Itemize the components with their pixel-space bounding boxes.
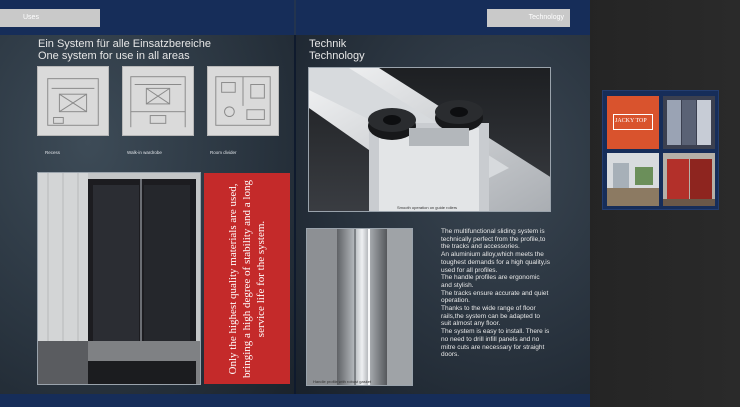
- thumb-red-wardrobe: [663, 153, 715, 206]
- brand-logo-text: JACKY TOP: [615, 118, 647, 124]
- thumb-room-interior: [607, 153, 659, 206]
- rollers-caption: Smooth operation on guide rollers: [397, 205, 458, 210]
- desc-paragraph: The tracks ensure accurate and quiet ope…: [441, 289, 549, 305]
- section-title-de: Ein System für alle Einsatzbereiche: [38, 38, 212, 50]
- handle-caption: Handle profile with robust gasket: [313, 379, 372, 384]
- desc-paragraph: An aluminium alloy,which meets the tough…: [441, 251, 551, 274]
- catalog-thumbnail[interactable]: JACKY TOP: [602, 90, 719, 210]
- technology-description: The multifunctional sliding system is te…: [441, 228, 550, 359]
- quote-text: Only the highest quality materials are u…: [227, 179, 267, 378]
- desc-paragraph: The handle profiles are ergonomic and st…: [441, 274, 540, 289]
- desc-paragraph: The multifunctional sliding system is te…: [441, 228, 546, 251]
- desc-paragraph: The system is easy to install. There is …: [441, 328, 550, 359]
- tab-technology[interactable]: Technology: [487, 9, 570, 27]
- thumb-cover-brand: JACKY TOP: [607, 96, 659, 149]
- plan-caption-recess: Recess: [45, 150, 61, 155]
- tab-uses[interactable]: Uses: [0, 9, 100, 27]
- floor-plan-room-divider: [207, 66, 279, 136]
- guide-rollers-photo: Smooth operation on guide rollers: [308, 67, 551, 212]
- tech-title-en: Technology: [309, 50, 365, 62]
- plan-caption-walk-in-wardrobe: Walk-in wardrobe: [127, 150, 162, 155]
- quote-panel: Only the highest quality materials are u…: [204, 173, 290, 384]
- page-gutter: [294, 35, 296, 394]
- tech-title-de: Technik: [309, 38, 347, 50]
- desc-paragraph: Thanks to the wide range of floor rails,…: [441, 305, 541, 328]
- section-title-en: One system for use in all areas: [38, 50, 190, 62]
- floor-plan-recess: [37, 66, 109, 136]
- wardrobe-photo: [37, 172, 201, 385]
- floor-plan-walk-in-wardrobe: [122, 66, 194, 136]
- thumb-wardrobe-doors: [663, 96, 715, 149]
- handle-profile-photo: Handle profile with robust gasket: [306, 228, 413, 386]
- left-page: Uses Ein System für alle Einsatzbereiche…: [0, 0, 294, 407]
- footer-bar: [0, 394, 590, 407]
- plan-caption-room-divider: Room divider: [210, 150, 237, 155]
